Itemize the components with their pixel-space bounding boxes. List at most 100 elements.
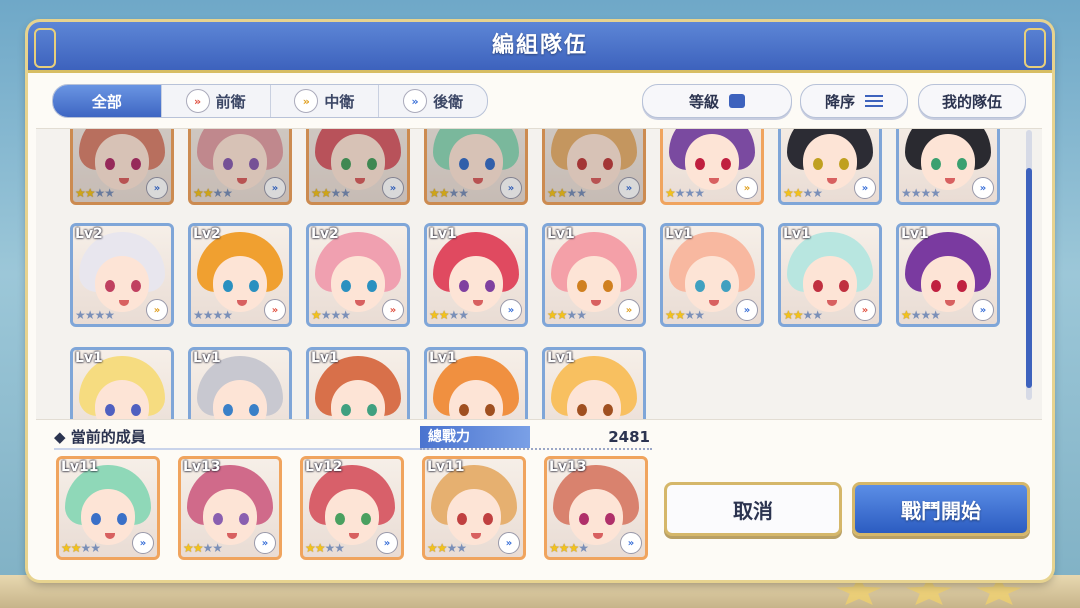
sort-order-button[interactable]: 降序 (800, 84, 908, 118)
star-icon: ★ (812, 308, 823, 322)
character-card[interactable]: Lv1★★★★» (70, 347, 174, 419)
star-icon: ★ (694, 186, 705, 200)
character-card[interactable]: Lv11 ★★★★» (422, 456, 526, 560)
tab-label: 中衛 (324, 92, 355, 111)
star-icon: ★ (578, 541, 589, 555)
back-position-icon: » (132, 532, 154, 554)
star-icon: ★ (80, 541, 92, 555)
dialog-title: 編組隊伍 (491, 33, 588, 58)
mid-position-icon: » (146, 299, 168, 321)
character-level: Lv1 (429, 226, 457, 242)
character-card[interactable]: Lv12 ★★★★» (300, 456, 404, 560)
star-icon: ★ (429, 308, 440, 322)
character-card[interactable]: Lv11 ★★★★» (56, 456, 160, 560)
character-level: Lv2 (193, 226, 221, 242)
character-card[interactable]: Lv2 ★★★★» (188, 223, 292, 327)
star-icon: ★ (340, 308, 351, 322)
tab-all[interactable]: 全部 (53, 85, 162, 117)
character-card[interactable]: ★★★★» (188, 129, 292, 205)
sort-level-button[interactable]: 等級 (642, 84, 792, 118)
star-icon: ★ (193, 308, 204, 322)
front-position-icon: » (382, 299, 404, 321)
character-card[interactable]: ★★★★» (542, 129, 646, 205)
star-icon: ★ (334, 541, 345, 555)
star-icon: ★ (305, 541, 316, 555)
character-card[interactable]: ★★★★» (778, 129, 882, 205)
total-power-label: 總戰力 (420, 426, 530, 448)
star-icon: ★ (930, 186, 941, 200)
star-rating: ★★★★ (665, 308, 705, 322)
character-card[interactable]: Lv1★★★★» (306, 347, 410, 419)
star-icon: ★ (330, 308, 342, 322)
character-card[interactable]: Lv1★★★★» (424, 347, 528, 419)
star-icon: ★ (320, 186, 332, 200)
character-card[interactable]: ★★★★» (70, 129, 174, 205)
star-icon: ★ (920, 186, 932, 200)
character-card[interactable]: Lv13 ★★★★» (544, 456, 648, 560)
character-card[interactable]: Lv1★★★★» (660, 223, 764, 327)
star-rating: ★★★★ (305, 541, 345, 555)
star-icon: ★ (311, 308, 322, 322)
back-position-icon: » (500, 299, 522, 321)
character-card[interactable]: ★★★★» (306, 129, 410, 205)
star-icon: ★ (330, 186, 342, 200)
character-card[interactable]: Lv1★★★★» (778, 223, 882, 327)
character-card[interactable]: ★★★★» (424, 129, 528, 205)
star-rating: ★★★★ (547, 308, 587, 322)
character-card[interactable]: ★★★★» (660, 129, 764, 205)
character-roster-grid[interactable]: ★★★★» ★★★★» ★★★★» ★★★★» ★★★★» ★★★★» ★★★★» ★★★★»… (36, 128, 1042, 420)
front-position-icon: » (185, 89, 210, 113)
star-rating: ★★★★ (429, 308, 469, 322)
character-card[interactable]: Lv1★★★★» (542, 347, 646, 419)
tab-front[interactable]: » 前衛 (162, 85, 271, 117)
total-power-value: 2481 (608, 428, 650, 446)
character-card[interactable]: Lv2 ★★★★» (306, 223, 410, 327)
corner-ornament-icon (34, 28, 56, 68)
cancel-button[interactable]: 取消 (664, 482, 842, 536)
star-icon: ★ (75, 186, 86, 200)
star-icon: ★ (202, 541, 214, 555)
character-level: Lv1 (901, 226, 929, 242)
star-icon: ★ (920, 308, 932, 322)
roster-scrollbar-thumb[interactable] (1026, 168, 1032, 388)
star-icon: ★ (427, 541, 438, 555)
star-rating: ★★★★ (183, 541, 223, 555)
star-icon: ★ (910, 308, 922, 322)
back-position-icon: » (376, 532, 398, 554)
star-icon: ★ (556, 308, 568, 322)
character-card[interactable]: Lv1★★★★» (896, 223, 1000, 327)
star-icon: ★ (212, 186, 224, 200)
character-level: Lv1 (193, 350, 221, 366)
star-rating: ★★★★ (665, 186, 705, 200)
star-icon: ★ (202, 186, 214, 200)
star-icon: ★ (549, 541, 560, 555)
star-icon: ★ (448, 186, 460, 200)
star-icon: ★ (458, 186, 469, 200)
my-team-button[interactable]: 我的隊伍 (918, 84, 1026, 118)
star-icon: ★ (665, 308, 676, 322)
star-icon: ★ (802, 308, 814, 322)
back-position-icon: » (264, 177, 286, 199)
team-formation-dialog: 編組隊伍 全部 » 前衛 » 中衛 » 後衛 等級 降序 我的隊伍 ★★★★» ★… (28, 22, 1052, 580)
sort-menu-icon (729, 94, 745, 108)
character-card[interactable]: Lv1★★★★» (188, 347, 292, 419)
character-level: Lv1 (75, 350, 103, 366)
character-card[interactable]: Lv1 ★★★★ » (424, 223, 528, 327)
start-battle-button[interactable]: 戰鬥開始 (852, 482, 1030, 536)
back-position-icon: » (254, 532, 276, 554)
character-card[interactable]: ★★★★» (896, 129, 1000, 205)
star-icon: ★ (314, 541, 326, 555)
star-icon (976, 577, 1022, 605)
back-position-icon: » (620, 532, 642, 554)
character-card[interactable]: Lv1★★★★» (542, 223, 646, 327)
star-icon: ★ (183, 541, 194, 555)
star-icon: ★ (456, 541, 467, 555)
character-card[interactable]: Lv2 ★★★★» (70, 223, 174, 327)
tab-label: 全部 (91, 92, 122, 111)
tab-middle[interactable]: » 中衛 (271, 85, 380, 117)
character-level: Lv1 (783, 226, 811, 242)
star-icon: ★ (212, 541, 223, 555)
star-icon: ★ (94, 308, 106, 322)
tab-rear[interactable]: » 後衛 (379, 85, 487, 117)
character-card[interactable]: Lv13 ★★★★» (178, 456, 282, 560)
